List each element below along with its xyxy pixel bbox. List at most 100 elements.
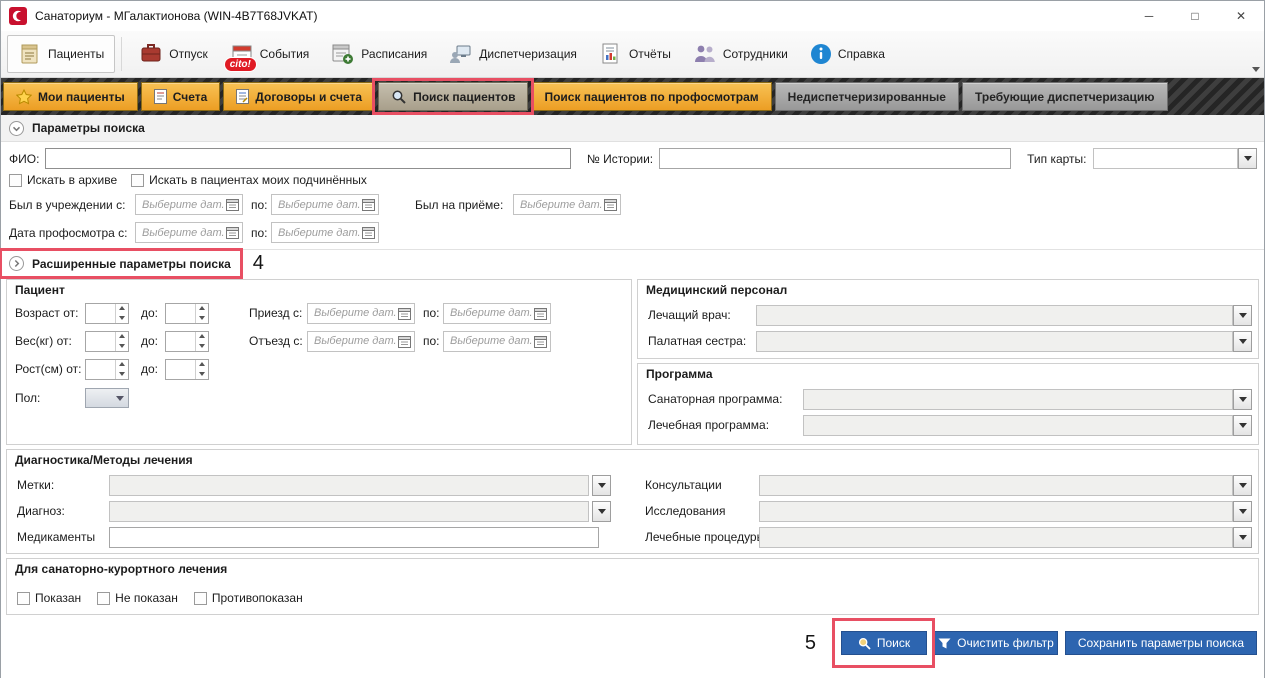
expand-icon: [9, 256, 24, 271]
toolbar-button-help[interactable]: Справка: [799, 35, 896, 73]
tab-requiring-dispatch[interactable]: Требующие диспетчеризацию: [962, 82, 1168, 111]
departure-from-date-input[interactable]: Выберите дат.: [307, 331, 415, 352]
tab-label: Договоры и счета: [255, 90, 362, 104]
spinner-buttons[interactable]: [115, 360, 128, 379]
spinner-buttons[interactable]: [115, 304, 128, 323]
toolbar-button-staff[interactable]: Сотрудники: [682, 35, 799, 73]
sanatorium-program-select[interactable]: [803, 389, 1252, 410]
tab-my-patients[interactable]: Мои пациенты: [3, 82, 138, 111]
dropdown-button[interactable]: [1233, 527, 1252, 548]
not-indicated-checkbox[interactable]: Не показан: [97, 591, 178, 605]
arrival-from-date-input[interactable]: Выберите дат.: [307, 303, 415, 324]
search-panel: Параметры поиска ФИО: № Истории: Тип кар…: [1, 115, 1264, 678]
search-icon: [858, 637, 871, 650]
facility-to-date-input[interactable]: Выберите дат.: [271, 194, 379, 215]
subordinates-checkbox[interactable]: Искать в пациентах моих подчинённых: [131, 173, 367, 187]
spinner-buttons[interactable]: [195, 360, 208, 379]
toolbar-button-reports[interactable]: Отчёты: [588, 35, 682, 73]
medications-input[interactable]: [109, 527, 599, 548]
tab-search-by-checkups[interactable]: Поиск пациентов по профосмотрам: [531, 82, 771, 111]
toolbar-button-vacation[interactable]: Отпуск: [128, 35, 218, 73]
checkbox-box: [97, 592, 110, 605]
dropdown-button[interactable]: [1238, 148, 1257, 169]
chevron-down-icon: [1239, 313, 1247, 318]
history-number-input[interactable]: [659, 148, 1011, 169]
calendar-icon: [226, 198, 239, 211]
toolbar-overflow-chevron-icon[interactable]: [1252, 67, 1260, 72]
gender-select[interactable]: [85, 388, 129, 408]
toolbar-button-schedules[interactable]: Расписания: [320, 35, 438, 73]
dropdown-button[interactable]: [1233, 415, 1252, 436]
attending-doctor-select[interactable]: [756, 305, 1252, 326]
indication-group-title: Для санаторно-курортного лечения: [15, 562, 227, 576]
toolbar-label: События: [260, 47, 310, 61]
search-button[interactable]: Поиск: [841, 631, 927, 655]
indicated-checkbox[interactable]: Показан: [17, 591, 81, 605]
weight-to-spinner[interactable]: [165, 331, 209, 352]
save-search-params-button[interactable]: Сохранить параметры поиска: [1065, 631, 1257, 655]
to-label: до:: [141, 334, 165, 348]
combo-field: [1093, 148, 1239, 169]
close-button[interactable]: ✕: [1218, 1, 1264, 31]
dropdown-button[interactable]: [1233, 331, 1252, 352]
advanced-params-toggle[interactable]: Расширенные параметры поиска: [1, 250, 241, 277]
indication-group: Для санаторно-курортного лечения Показан…: [6, 558, 1259, 615]
dropdown-button[interactable]: [592, 501, 611, 522]
departure-label: Отъезд с:: [249, 334, 307, 348]
treatment-program-select[interactable]: [803, 415, 1252, 436]
date-placeholder: Выберите дат.: [278, 227, 361, 239]
diagnosis-select[interactable]: [109, 501, 589, 522]
tab-not-dispatched[interactable]: Недиспетчеризированные: [775, 82, 959, 111]
minimize-button[interactable]: ─: [1126, 1, 1172, 31]
staff-icon: [693, 42, 717, 66]
arrival-to-date-input[interactable]: Выберите дат.: [443, 303, 551, 324]
appointment-date-input[interactable]: Выберите дат.: [513, 194, 621, 215]
fio-input[interactable]: [45, 148, 570, 169]
clear-filter-button[interactable]: Очистить фильтр: [934, 631, 1058, 655]
dropdown-button[interactable]: [1233, 305, 1252, 326]
diagnosis-label: Диагноз:: [17, 504, 109, 518]
contraindicated-checkbox[interactable]: Противопоказан: [194, 591, 303, 605]
facility-from-date-input[interactable]: Выберите дат.: [135, 194, 243, 215]
tab-patient-search[interactable]: Поиск пациентов: [378, 82, 528, 111]
toolbar-button-patients[interactable]: Пациенты: [7, 35, 115, 73]
footer-actions: 5 Поиск Очистить фильтр Сохранить параме…: [1, 629, 1264, 657]
height-from-spinner[interactable]: [85, 359, 129, 380]
checkup-to-date-input[interactable]: Выберите дат.: [271, 222, 379, 243]
dropdown-button[interactable]: [1233, 501, 1252, 522]
tab-contracts-invoices[interactable]: Договоры и счета: [223, 82, 375, 111]
dropdown-button[interactable]: [1233, 475, 1252, 496]
combo-field: [759, 475, 1233, 496]
dropdown-button[interactable]: [1233, 389, 1252, 410]
spinner-buttons[interactable]: [195, 304, 208, 323]
maximize-button[interactable]: □: [1172, 1, 1218, 31]
tab-invoices[interactable]: Счета: [141, 82, 221, 111]
to-label: по:: [423, 334, 443, 348]
age-to-spinner[interactable]: [165, 303, 209, 324]
checkup-from-date-input[interactable]: Выберите дат.: [135, 222, 243, 243]
toolbar-button-events[interactable]: cito! События: [219, 35, 321, 73]
procedures-label: Лечебные процедуры: [645, 530, 759, 544]
arrival-label: Приезд с:: [249, 306, 307, 320]
toolbar-label: Отчёты: [629, 47, 671, 61]
card-type-select[interactable]: [1093, 148, 1258, 169]
toolbar-button-dispatch[interactable]: Диспетчеризация: [438, 35, 588, 73]
weight-from-spinner[interactable]: [85, 331, 129, 352]
spinner-buttons[interactable]: [115, 332, 128, 351]
research-select[interactable]: [759, 501, 1252, 522]
tags-select[interactable]: [109, 475, 589, 496]
tab-label: Требующие диспетчеризацию: [975, 90, 1155, 104]
spinner-buttons[interactable]: [195, 332, 208, 351]
calendar-icon: [362, 226, 375, 239]
age-from-spinner[interactable]: [85, 303, 129, 324]
ward-nurse-select[interactable]: [756, 331, 1252, 352]
consultations-select[interactable]: [759, 475, 1252, 496]
collapse-icon[interactable]: [9, 121, 24, 136]
chevron-down-icon: [116, 396, 124, 401]
departure-to-date-input[interactable]: Выберите дат.: [443, 331, 551, 352]
procedures-select[interactable]: [759, 527, 1252, 548]
toolbar-label: Диспетчеризация: [479, 47, 577, 61]
height-to-spinner[interactable]: [165, 359, 209, 380]
dropdown-button[interactable]: [592, 475, 611, 496]
archive-checkbox[interactable]: Искать в архиве: [9, 173, 117, 187]
